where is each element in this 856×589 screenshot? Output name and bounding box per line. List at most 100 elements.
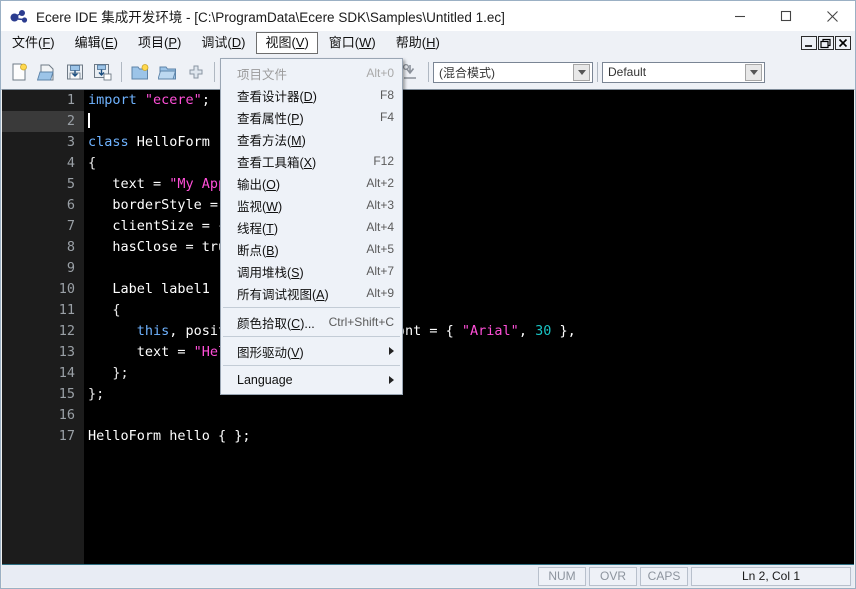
line-number: 15 <box>58 386 75 402</box>
view-menu-item-accelerator: Alt+3 <box>366 198 394 212</box>
code-line: text = "Hello, World!!"; <box>88 342 854 363</box>
status-caret-position: Ln 2, Col 1 <box>691 566 851 586</box>
view-menu-item[interactable]: 所有调试视图(A) Alt+9 <box>221 282 402 304</box>
toolbar-separator <box>214 62 215 82</box>
mdi-close-icon[interactable] <box>835 36 851 50</box>
code-line: }; <box>88 384 854 405</box>
minimize-icon[interactable] <box>717 1 763 31</box>
compiler-mode-value: (混合模式) <box>439 65 495 80</box>
code-editor[interactable]: 1 2 3 4 5 6 7 8 9 10 11 12 13 14 15 16 17 import "ecere"… <box>2 90 854 565</box>
code-text-area[interactable]: import "ecere"; class HelloForm : Window {… <box>84 90 854 565</box>
new-file-button[interactable] <box>6 59 32 85</box>
line-number: 4 <box>66 155 75 171</box>
menu-debug[interactable]: 调试(D) <box>192 32 254 54</box>
code-token: import <box>88 92 145 108</box>
code-line: { <box>88 300 854 321</box>
line-number: 12 <box>58 323 75 339</box>
code-line: { <box>88 153 854 174</box>
status-num: NUM <box>538 566 586 586</box>
menu-help[interactable]: 帮助(H) <box>387 32 449 54</box>
view-menu-item-label: 项目文件 <box>237 67 288 82</box>
view-menu-item-accelerator: F4 <box>379 110 394 124</box>
chevron-down-icon[interactable] <box>573 63 590 81</box>
close-icon[interactable] <box>809 1 855 31</box>
save-all-button[interactable] <box>90 59 116 85</box>
code-token: "ecere" <box>144 92 202 108</box>
maximize-icon[interactable] <box>763 1 809 31</box>
build-config-value: Default <box>608 65 647 79</box>
view-menu-item[interactable]: 调用堆栈(S) Alt+7 <box>221 260 402 282</box>
open-project-button[interactable] <box>155 59 181 85</box>
view-menu-item-accelerator: Alt+5 <box>366 242 394 256</box>
menu-view[interactable]: 视图(V) <box>256 32 318 54</box>
line-number: 13 <box>58 344 75 360</box>
line-number: 14 <box>58 365 75 381</box>
code-line: import "ecere"; <box>88 90 854 111</box>
code-token: { <box>88 302 121 318</box>
code-line: clientSize = { 632, 288 }; <box>88 216 854 237</box>
code-token: }; <box>88 386 105 402</box>
line-number: 1 <box>66 92 75 108</box>
status-ovr: OVR <box>589 566 637 586</box>
menu-separator <box>223 365 400 366</box>
menu-edit[interactable]: 编辑(E) <box>66 32 127 54</box>
view-menu-item[interactable]: Language <box>221 369 402 391</box>
view-menu-item[interactable]: 查看设计器(D) F8 <box>221 84 402 106</box>
submenu-arrow-icon <box>389 347 394 355</box>
view-menu-item[interactable]: 查看方法(M) <box>221 128 402 150</box>
line-number: 11 <box>58 302 75 318</box>
view-menu-item-label: 断点(B) <box>237 243 279 258</box>
menu-file[interactable]: 文件(F) <box>3 32 64 54</box>
line-number: 3 <box>66 134 75 150</box>
open-file-button[interactable] <box>34 59 60 85</box>
view-menu-item[interactable]: 监视(W) Alt+3 <box>221 194 402 216</box>
view-menu-item-label: 查看方法(M) <box>237 133 306 148</box>
code-token: text = <box>88 344 194 360</box>
view-menu-item-label: 所有调试视图(A) <box>237 287 329 302</box>
status-bar: NUM OVR CAPS Ln 2, Col 1 <box>2 564 854 587</box>
view-menu-item[interactable]: 图形驱动(V) <box>221 340 402 362</box>
view-menu-item: 项目文件 Alt+0 <box>221 62 402 84</box>
view-menu-item-accelerator: Ctrl+Shift+C <box>328 315 394 329</box>
mdi-window-controls <box>801 36 851 50</box>
line-number: 6 <box>66 197 75 213</box>
line-number: 7 <box>66 218 75 234</box>
view-menu-dropdown[interactable]: 项目文件 Alt+0 查看设计器(D) F8 查看属性(P) F4 查看方法(M) 查看工具箱… <box>220 58 403 395</box>
toolbar-separator <box>597 62 598 82</box>
code-token: HelloForm hello { }; <box>88 428 251 444</box>
code-token: text = <box>88 176 170 192</box>
mdi-restore-icon[interactable] <box>818 36 834 50</box>
add-project-button[interactable] <box>183 59 209 85</box>
view-menu-item[interactable]: 断点(B) Alt+5 <box>221 238 402 260</box>
window-title: Ecere IDE 集成开发环境 - [C:\ProgramData\Ecere… <box>36 10 505 25</box>
ecere-logo-icon <box>8 5 30 27</box>
mdi-minimize-icon[interactable] <box>801 36 817 50</box>
chevron-down-icon[interactable] <box>745 63 762 81</box>
window-controls <box>717 1 855 31</box>
code-line: class HelloForm : Window <box>88 132 854 153</box>
code-line: text = "My Application"; <box>88 174 854 195</box>
view-menu-item[interactable]: 输出(O) Alt+2 <box>221 172 402 194</box>
submenu-arrow-icon <box>389 376 394 384</box>
save-file-button[interactable] <box>62 59 88 85</box>
menu-bar: 文件(F) 编辑(E) 项目(P) 调试(D) 视图(V) 窗口(W) 帮助(H… <box>1 31 855 56</box>
code-line <box>88 111 854 132</box>
code-token: this <box>136 323 170 339</box>
code-token: class <box>88 134 137 150</box>
compiler-mode-combo[interactable]: (混合模式) <box>433 61 593 83</box>
title-bar: Ecere IDE 集成开发环境 - [C:\ProgramData\Ecere… <box>1 1 855 32</box>
view-menu-item[interactable]: 查看属性(P) F4 <box>221 106 402 128</box>
menu-project[interactable]: 项目(P) <box>129 32 190 54</box>
status-caps: CAPS <box>640 566 688 586</box>
view-menu-item[interactable]: 线程(T) Alt+4 <box>221 216 402 238</box>
code-token: }, <box>551 323 576 339</box>
menu-window[interactable]: 窗口(W) <box>320 32 385 54</box>
code-token: 30 <box>535 323 552 339</box>
build-config-combo[interactable]: Default <box>602 61 765 83</box>
view-menu-item[interactable]: 查看工具箱(X) F12 <box>221 150 402 172</box>
toolbar-separator <box>428 62 429 82</box>
view-menu-item[interactable]: 颜色拾取(C)... Ctrl+Shift+C <box>221 311 402 333</box>
new-project-button[interactable] <box>127 59 153 85</box>
